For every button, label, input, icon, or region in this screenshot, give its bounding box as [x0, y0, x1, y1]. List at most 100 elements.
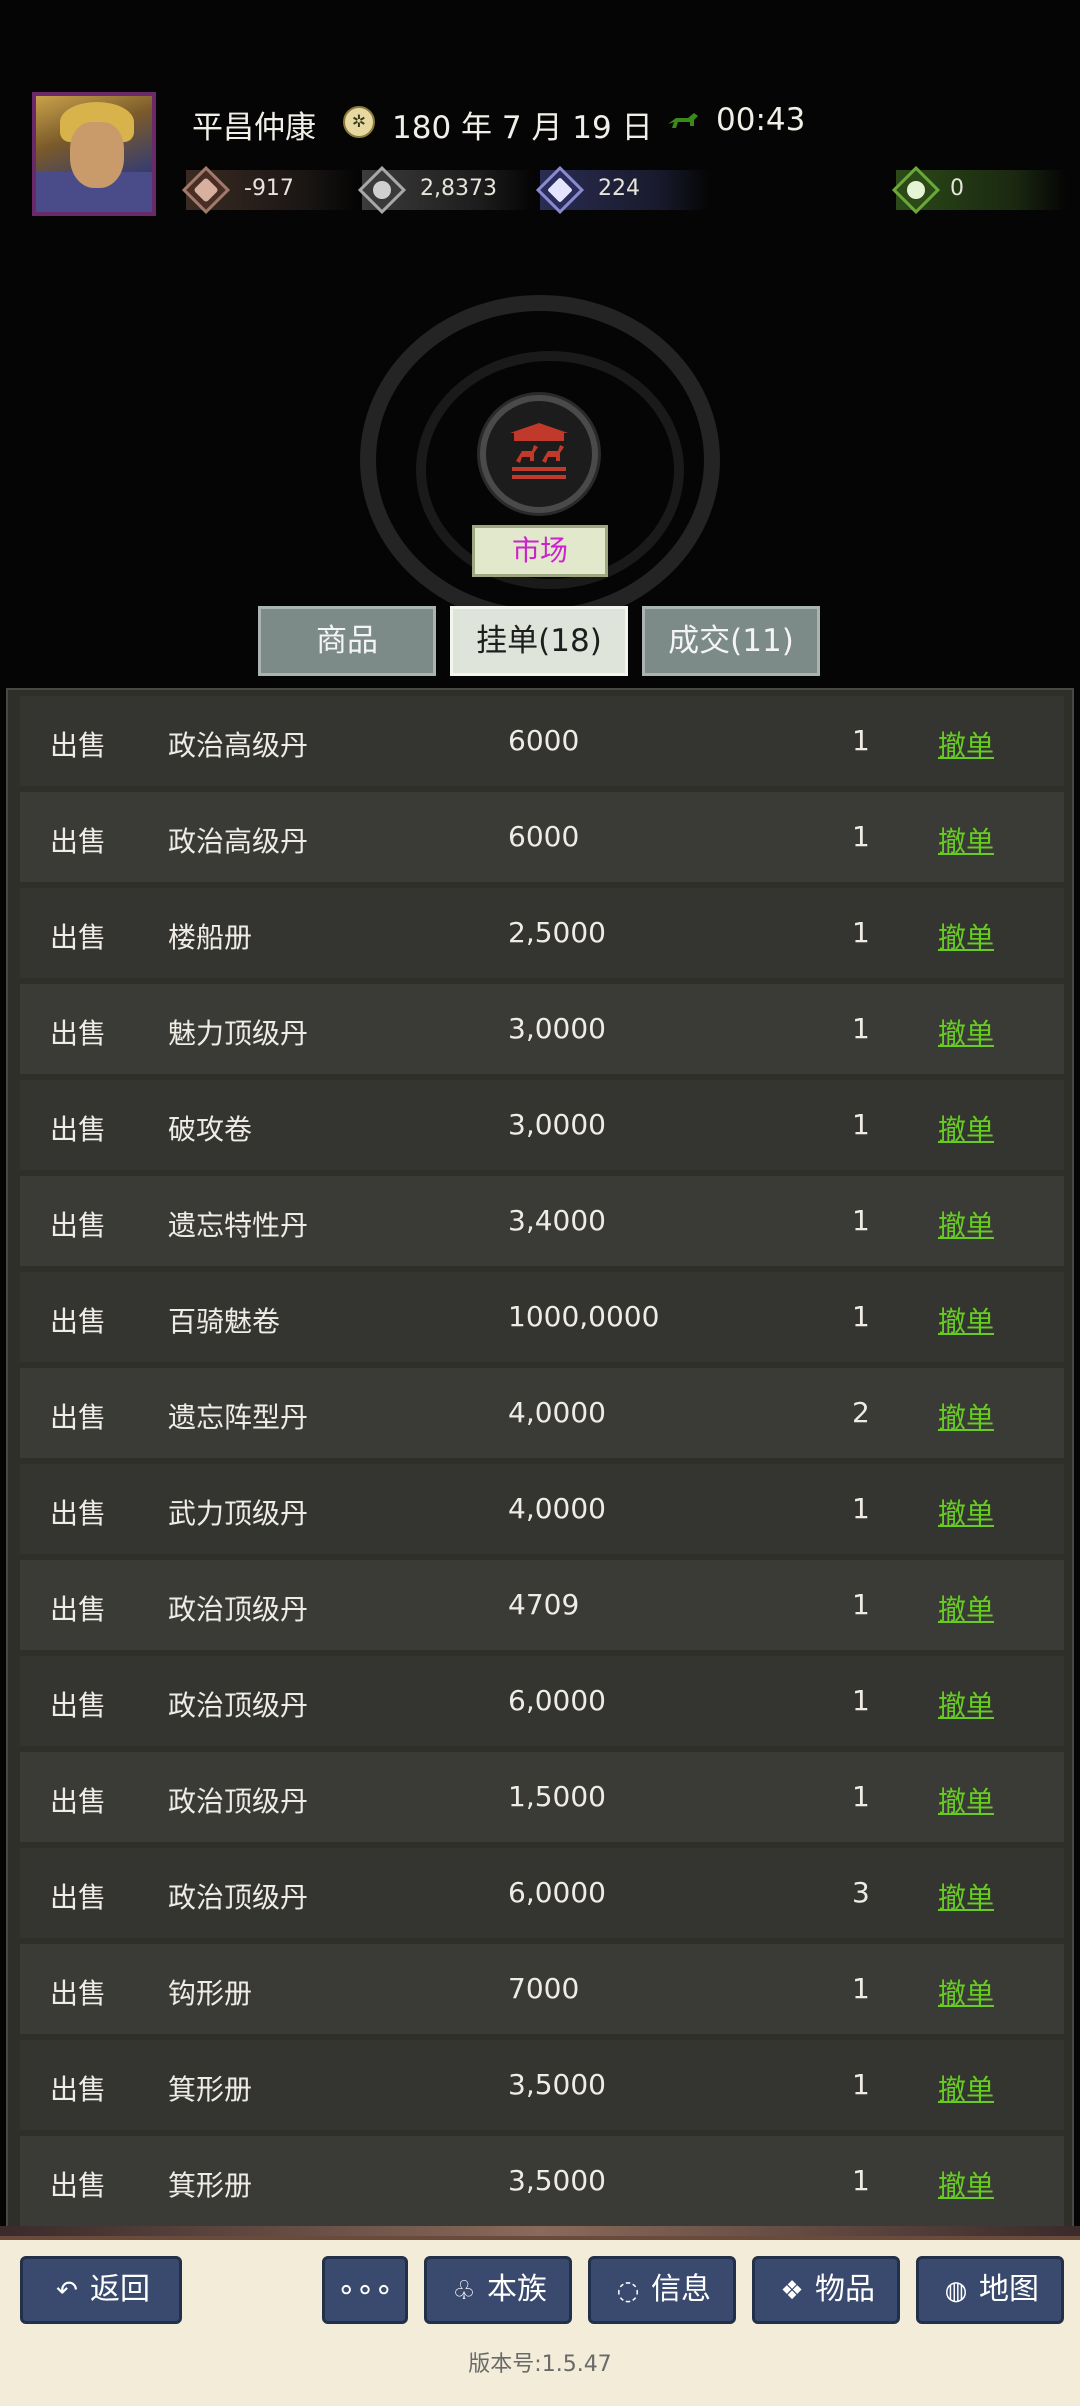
grain-icon	[357, 165, 407, 215]
order-row: 出售 破攻卷 3,0000 1 撤单	[20, 1080, 1064, 1170]
order-row: 出售 魅力顶级丹 3,0000 1 撤单	[20, 984, 1064, 1074]
order-quantity: 1	[852, 1300, 870, 1333]
more-button[interactable]: ∘∘∘	[322, 2256, 408, 2324]
tab-goods[interactable]: 商品	[258, 606, 436, 676]
cancel-order-link[interactable]: 撤单	[938, 1780, 994, 1820]
order-price: 6000	[508, 820, 580, 853]
tab-deals[interactable]: 成交(11)	[642, 606, 820, 676]
order-price: 1,5000	[508, 1780, 606, 1813]
order-quantity: 1	[852, 1972, 870, 2005]
cancel-order-link[interactable]: 撤单	[938, 1204, 994, 1244]
order-item-name: 破攻卷	[168, 1113, 253, 1146]
stat-money: -917	[181, 165, 356, 215]
order-row: 出售 政治高级丹 6000 1 撤单	[20, 696, 1064, 786]
cancel-order-link[interactable]: 撤单	[938, 1492, 994, 1532]
order-type: 出售	[50, 1881, 107, 1914]
clan-button[interactable]: ♧ 本族	[424, 2256, 572, 2324]
order-price: 1000,0000	[508, 1300, 660, 1333]
market-icon	[480, 395, 598, 513]
order-item-name: 魅力顶级丹	[168, 1017, 309, 1050]
more-label: ∘∘∘	[336, 2272, 394, 2307]
order-quantity: 1	[852, 2068, 870, 2101]
orders-list[interactable]: 出售 政治高级丹 6000 1 撤单 出售 政治高级丹 6000 1 撤单 出售…	[6, 688, 1074, 2234]
game-date: 180 年 7 月 19 日	[392, 110, 653, 146]
cancel-order-link[interactable]: 撤单	[938, 724, 994, 764]
pouch-icon	[891, 165, 941, 215]
order-row: 出售 政治高级丹 6000 1 撤单	[20, 792, 1064, 882]
globe-icon: ◍	[944, 2276, 968, 2306]
version-label: 版本号:1.5.47	[468, 2352, 612, 2377]
avatar-face	[70, 122, 124, 188]
order-item-name: 百骑魅卷	[168, 1305, 281, 1338]
horse-icon	[668, 113, 698, 128]
order-price: 3,4000	[508, 1204, 606, 1237]
cancel-order-link[interactable]: 撤单	[938, 1972, 994, 2012]
bag-icon: ❖	[780, 2276, 804, 2306]
order-type: 出售	[50, 1689, 107, 1722]
back-button[interactable]: ↶ 返回	[20, 2256, 182, 2324]
order-row: 出售 楼船册 2,5000 1 撤单	[20, 888, 1064, 978]
items-button[interactable]: ❖ 物品	[752, 2256, 900, 2324]
order-price: 3,0000	[508, 1108, 606, 1141]
order-row: 出售 遗忘阵型丹 4,0000 2 撤单	[20, 1368, 1064, 1458]
order-price: 6000	[508, 724, 580, 757]
order-type: 出售	[50, 1401, 107, 1434]
stat-troops: 224	[535, 165, 710, 215]
order-item-name: 政治顶级丹	[168, 1593, 309, 1626]
cancel-order-link[interactable]: 撤单	[938, 1684, 994, 1724]
order-item-name: 政治顶级丹	[168, 1689, 309, 1722]
bottom-nav: ↶ 返回 ∘∘∘ ♧ 本族 ◌ 信息 ❖ 物品 ◍ 地图 版本号:1.5.47	[0, 2226, 1080, 2406]
order-quantity: 1	[852, 724, 870, 757]
order-row: 出售 武力顶级丹 4,0000 1 撤单	[20, 1464, 1064, 1554]
cancel-order-link[interactable]: 撤单	[938, 1300, 994, 1340]
order-item-name: 箕形册	[168, 2169, 253, 2202]
order-row: 出售 遗忘特性丹 3,4000 1 撤单	[20, 1176, 1064, 1266]
order-quantity: 1	[852, 916, 870, 949]
order-type: 出售	[50, 1305, 107, 1338]
player-avatar[interactable]	[32, 92, 156, 216]
order-type: 出售	[50, 1593, 107, 1626]
cancel-order-link[interactable]: 撤单	[938, 916, 994, 956]
order-row: 出售 箕形册 3,5000 1 撤单	[20, 2136, 1064, 2226]
order-quantity: 1	[852, 820, 870, 853]
order-price: 6,0000	[508, 1876, 606, 1909]
order-item-name: 政治高级丹	[168, 825, 309, 858]
calendar-icon: ✲	[343, 106, 375, 138]
carousel-icon	[510, 423, 568, 479]
cancel-order-link[interactable]: 撤单	[938, 2164, 994, 2204]
cancel-order-link[interactable]: 撤单	[938, 820, 994, 860]
cancel-order-link[interactable]: 撤单	[938, 1396, 994, 1436]
cancel-order-link[interactable]: 撤单	[938, 1876, 994, 1916]
order-price: 4,0000	[508, 1396, 606, 1429]
cancel-order-link[interactable]: 撤单	[938, 1012, 994, 1052]
stat-item: 0	[891, 165, 1066, 215]
cancel-order-link[interactable]: 撤单	[938, 2068, 994, 2108]
order-type: 出售	[50, 1113, 107, 1146]
order-quantity: 1	[852, 1492, 870, 1525]
order-type: 出售	[50, 1017, 107, 1050]
map-label: 地图	[979, 2272, 1039, 2307]
order-quantity: 1	[852, 1684, 870, 1717]
info-button[interactable]: ◌ 信息	[588, 2256, 736, 2324]
order-item-name: 遗忘阵型丹	[168, 1401, 309, 1434]
order-row: 出售 百骑魅卷 1000,0000 1 撤单	[20, 1272, 1064, 1362]
map-button[interactable]: ◍ 地图	[916, 2256, 1064, 2324]
back-label: 返回	[90, 2272, 150, 2307]
order-price: 6,0000	[508, 1684, 606, 1717]
order-type: 出售	[50, 1209, 107, 1242]
order-price: 7000	[508, 1972, 580, 2005]
stat-item-value: 0	[950, 176, 964, 201]
stat-food: 2,8373	[357, 165, 532, 215]
tab-orders[interactable]: 挂单(18)	[450, 606, 628, 676]
order-item-name: 楼船册	[168, 921, 253, 954]
cancel-order-link[interactable]: 撤单	[938, 1588, 994, 1628]
order-type: 出售	[50, 2073, 107, 2106]
order-price: 2,5000	[508, 916, 606, 949]
order-quantity: 2	[852, 1396, 870, 1429]
cancel-order-link[interactable]: 撤单	[938, 1108, 994, 1148]
order-quantity: 1	[852, 1588, 870, 1621]
order-row: 出售 政治顶级丹 4709 1 撤单	[20, 1560, 1064, 1650]
clan-label: 本族	[487, 2272, 547, 2307]
order-item-name: 钩形册	[168, 1977, 253, 2010]
order-row: 出售 政治顶级丹 6,0000 1 撤单	[20, 1656, 1064, 1746]
